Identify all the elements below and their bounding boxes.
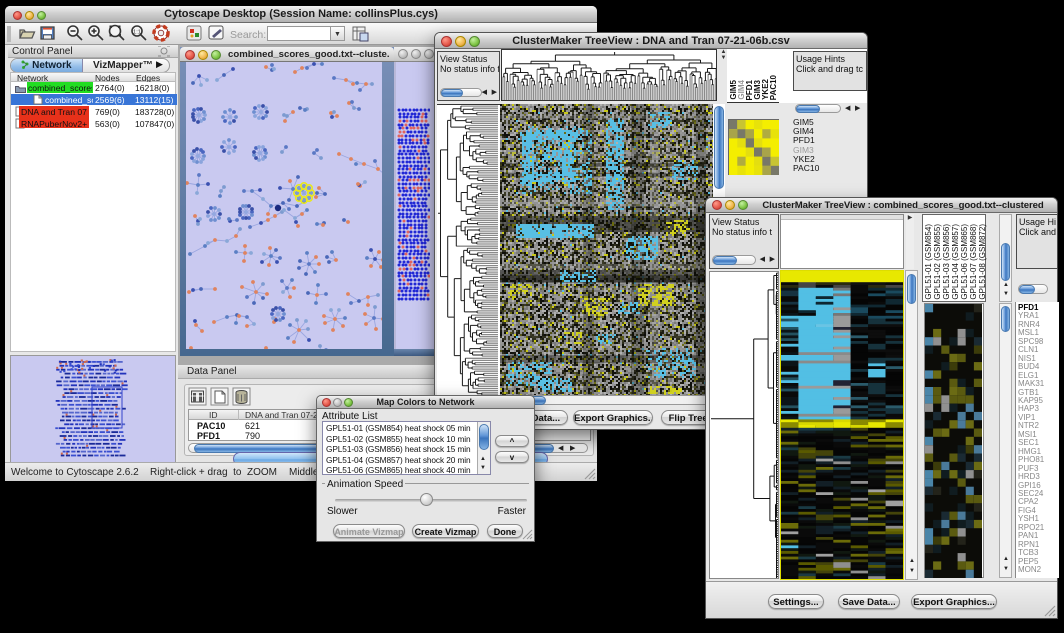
svg-text:1:1: 1:1: [133, 30, 141, 36]
